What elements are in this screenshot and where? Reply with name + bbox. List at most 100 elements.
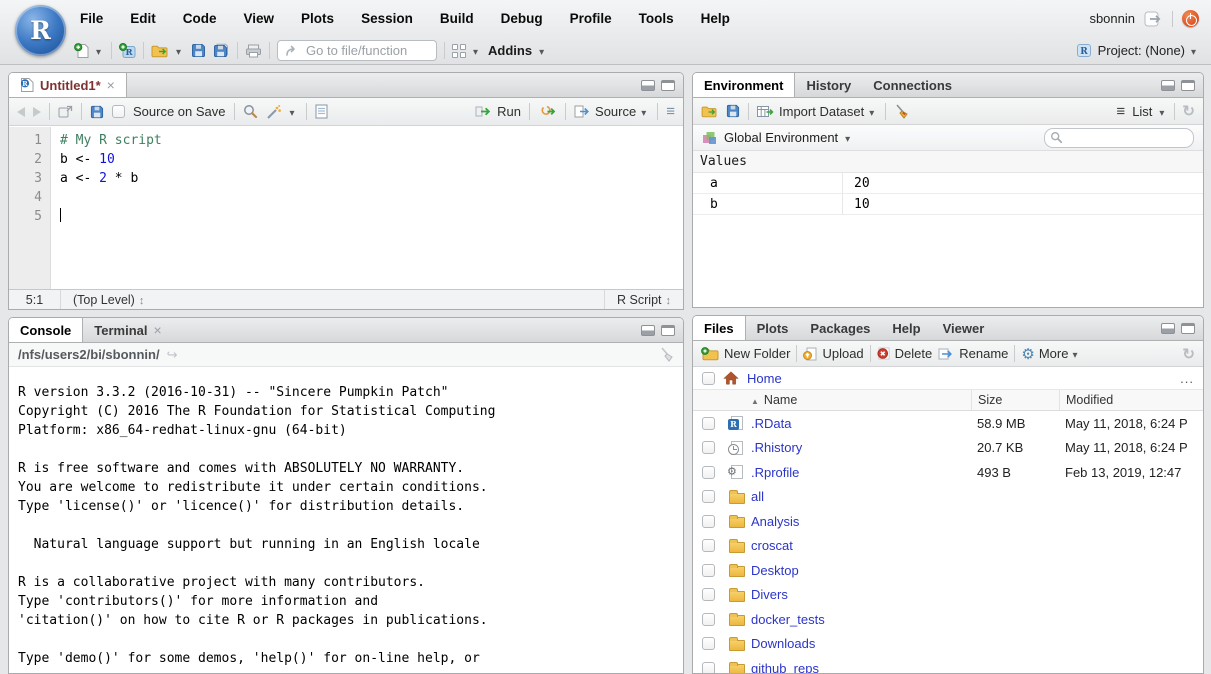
addins-grid-icon[interactable] — [452, 44, 466, 58]
scope-caret-icon[interactable] — [845, 130, 853, 145]
console-output[interactable]: R version 3.3.2 (2016-10-31) -- "Sincere… — [9, 367, 683, 668]
file-name-link[interactable]: croscat — [751, 538, 793, 553]
source-button[interactable]: Source — [574, 104, 649, 119]
maximize-icon[interactable] — [661, 80, 675, 91]
file-row[interactable]: docker_tests — [693, 607, 1203, 632]
maximize-icon[interactable] — [661, 325, 675, 336]
upload-button[interactable]: Upload — [803, 346, 863, 361]
back-icon[interactable] — [17, 107, 25, 117]
close-icon[interactable] — [154, 323, 162, 338]
menu-item[interactable]: Build — [440, 11, 474, 26]
file-row[interactable]: .Rhistory 20.7 KB May 11, 2018, 6:24 P — [693, 436, 1203, 461]
menu-item[interactable]: Plots — [301, 11, 334, 26]
column-header-name[interactable]: Name — [751, 393, 971, 407]
file-checkbox[interactable] — [702, 441, 715, 454]
goto-directory-icon[interactable] — [167, 347, 178, 363]
menu-item[interactable]: Profile — [570, 11, 612, 26]
addins-grid-caret-icon[interactable] — [473, 43, 481, 58]
file-row[interactable]: all — [693, 485, 1203, 510]
more-button[interactable]: ⚙ More — [1021, 345, 1080, 363]
files-pane-tab[interactable]: Files — [693, 316, 746, 340]
file-name-link[interactable]: docker_tests — [751, 612, 825, 627]
minimize-icon[interactable] — [1161, 80, 1175, 91]
breadcrumb-ellipsis[interactable]: ... — [1180, 371, 1194, 386]
file-name-link[interactable]: .RData — [751, 416, 791, 431]
breadcrumb-home-link[interactable]: Home — [747, 371, 782, 386]
console-tab[interactable]: Console — [9, 318, 83, 342]
menu-item[interactable]: Session — [361, 11, 413, 26]
file-checkbox[interactable] — [702, 613, 715, 626]
environment-variable-row[interactable]: a 20 — [693, 173, 1203, 194]
file-row[interactable]: github_reps — [693, 656, 1203, 674]
file-name-link[interactable]: github_reps — [751, 661, 819, 674]
run-button[interactable]: Run — [475, 104, 521, 119]
popout-window-icon[interactable] — [58, 105, 73, 118]
refresh-icon[interactable]: ↻ — [1182, 102, 1195, 120]
code-tools-caret-icon[interactable] — [290, 104, 298, 119]
files-pane-tab[interactable]: Plots — [746, 316, 800, 340]
save-all-icon[interactable] — [213, 43, 230, 58]
file-name-link[interactable]: Downloads — [751, 636, 815, 651]
save-workspace-icon[interactable] — [726, 104, 740, 118]
close-icon[interactable] — [107, 78, 115, 93]
file-row[interactable]: Analysis — [693, 509, 1203, 534]
code-tools-wand-icon[interactable] — [266, 104, 282, 120]
quit-session-button[interactable] — [1182, 10, 1199, 27]
file-row[interactable]: .RData 58.9 MB May 11, 2018, 6:24 P — [693, 411, 1203, 436]
files-pane-tab[interactable]: Packages — [799, 316, 881, 340]
save-icon[interactable] — [90, 105, 104, 119]
addins-caret-icon[interactable] — [539, 43, 547, 58]
new-file-icon[interactable] — [74, 43, 89, 59]
select-all-checkbox[interactable] — [702, 372, 715, 385]
files-pane-tab[interactable]: Help — [881, 316, 931, 340]
file-row[interactable]: Downloads — [693, 632, 1203, 657]
maximize-icon[interactable] — [1181, 323, 1195, 334]
scope-selector[interactable]: (Top Level) — [61, 290, 156, 309]
code-editor[interactable]: 12345 # My R script b <- 10 a <- 2 * b — [9, 127, 683, 289]
refresh-icon[interactable]: ↻ — [1182, 345, 1195, 363]
file-checkbox[interactable] — [702, 588, 715, 601]
clear-environment-icon[interactable] — [894, 104, 909, 119]
import-dataset-button[interactable]: Import Dataset — [757, 104, 877, 119]
rerun-icon[interactable] — [538, 105, 557, 118]
save-icon[interactable] — [191, 43, 206, 58]
load-workspace-icon[interactable] — [701, 105, 718, 118]
list-view-caret-icon[interactable] — [1159, 104, 1167, 119]
menu-item[interactable]: Edit — [130, 11, 156, 26]
open-file-caret-icon[interactable] — [176, 43, 184, 58]
file-name-link[interactable]: .Rhistory — [751, 440, 802, 455]
menu-item[interactable]: File — [80, 11, 103, 26]
addins-label[interactable]: Addins — [488, 43, 532, 58]
project-selector[interactable]: R Project: (None) — [1076, 43, 1199, 58]
minimize-icon[interactable] — [641, 80, 655, 91]
new-folder-button[interactable]: New Folder — [701, 346, 790, 361]
column-header-size[interactable]: Size — [971, 390, 1059, 410]
column-header-modified[interactable]: Modified — [1059, 390, 1203, 410]
menu-item[interactable]: Help — [701, 11, 730, 26]
compile-notebook-icon[interactable] — [315, 104, 328, 119]
menu-item[interactable]: Debug — [501, 11, 543, 26]
delete-button[interactable]: Delete — [877, 346, 933, 361]
new-file-caret-icon[interactable] — [96, 43, 104, 58]
file-name-link[interactable]: Desktop — [751, 563, 799, 578]
source-tab[interactable]: R Untitled1* — [9, 73, 127, 97]
forward-icon[interactable] — [33, 107, 41, 117]
environment-tab[interactable]: Connections — [862, 73, 963, 97]
file-checkbox[interactable] — [702, 539, 715, 552]
menu-item[interactable]: Tools — [639, 11, 674, 26]
file-checkbox[interactable] — [702, 637, 715, 650]
file-checkbox[interactable] — [702, 490, 715, 503]
scope-dropdown[interactable]: Global Environment — [724, 130, 838, 145]
rename-button[interactable]: Rename — [938, 346, 1008, 361]
code-area[interactable]: # My R script b <- 10 a <- 2 * b — [51, 127, 683, 289]
sign-out-icon[interactable] — [1144, 11, 1163, 27]
list-view-icon[interactable]: ≡ — [1116, 103, 1125, 120]
file-name-link[interactable]: all — [751, 489, 764, 504]
source-on-save-checkbox[interactable] — [112, 105, 125, 118]
minimize-icon[interactable] — [1161, 323, 1175, 334]
menu-item[interactable]: Code — [183, 11, 217, 26]
environment-tab[interactable]: Environment — [693, 73, 795, 97]
file-row[interactable]: Desktop — [693, 558, 1203, 583]
open-file-icon[interactable] — [151, 44, 169, 58]
file-name-link[interactable]: .Rprofile — [751, 465, 799, 480]
